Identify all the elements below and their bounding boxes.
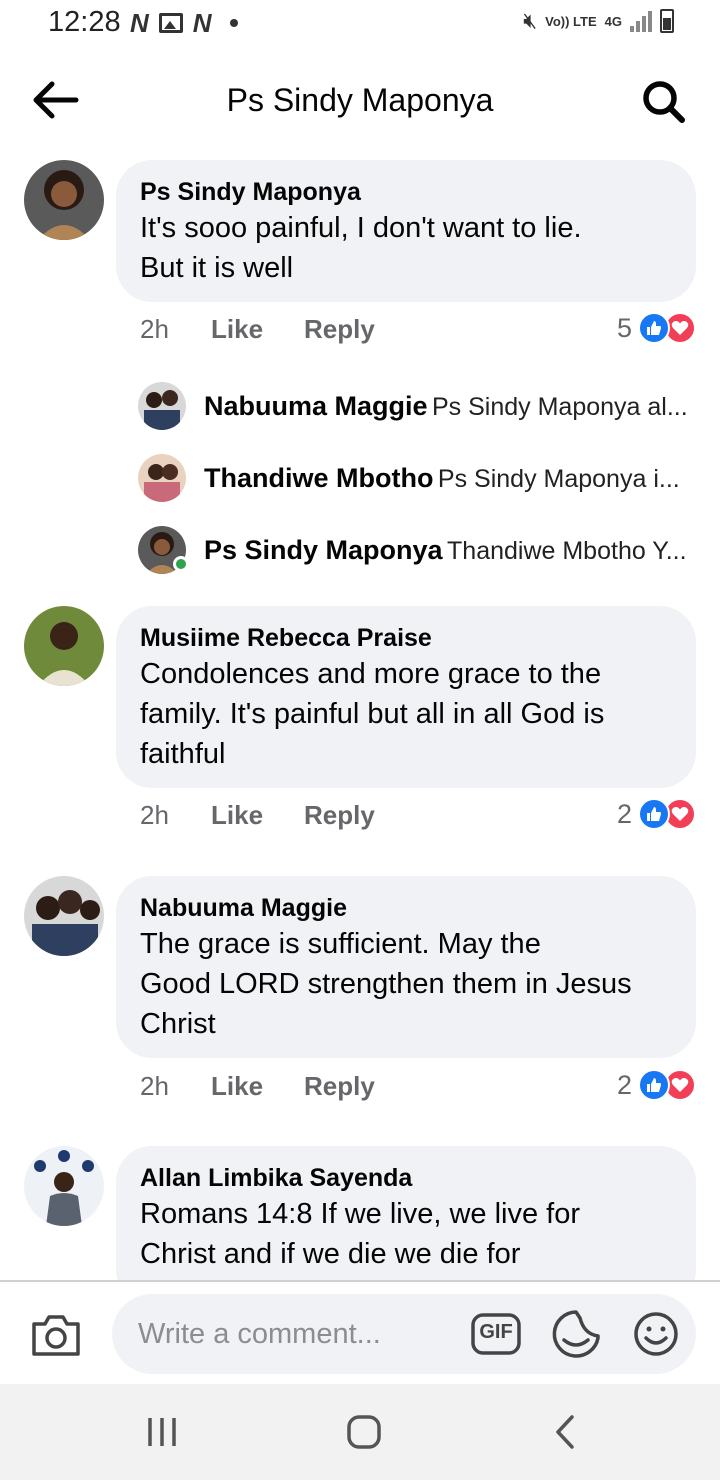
sticker-icon [552, 1310, 600, 1358]
reply-button[interactable]: Reply [304, 314, 375, 345]
n-notification-icon: N [192, 8, 212, 38]
avatar-image [24, 160, 104, 240]
sticker-button[interactable] [550, 1308, 602, 1360]
comment-text: family. It's painful but all in all God … [140, 698, 605, 730]
comment-author[interactable]: Nabuuma Maggie [140, 892, 672, 924]
image-notification-icon [158, 13, 183, 33]
reply-summary: Thandiwe Mbotho Ps Sindy Maponya i... [204, 463, 680, 494]
avatar[interactable] [24, 606, 104, 686]
comment-actions: 2h Like Reply [140, 800, 375, 831]
comment-bubble[interactable]: Musiime Rebecca Praise Condolences and m… [116, 606, 696, 788]
gif-button[interactable]: GIF [470, 1312, 522, 1356]
reply-summary: Ps Sindy Maponya Thandiwe Mbotho Y... [204, 535, 687, 566]
chevron-left-icon [556, 1415, 574, 1449]
thumbs-up-icon [638, 798, 670, 830]
avatar [138, 454, 186, 502]
comment-bubble[interactable]: Nabuuma Maggie The grace is sufficient. … [116, 876, 696, 1058]
notification-icons: N N [130, 8, 238, 38]
reply-item[interactable]: Ps Sindy Maponya Thandiwe Mbotho Y... [138, 524, 698, 576]
emoji-button[interactable] [632, 1310, 680, 1358]
reply-summary: Nabuuma Maggie Ps Sindy Maponya al... [204, 391, 688, 422]
thumbs-up-icon [638, 312, 670, 344]
reply-preview: Thandiwe Mbotho Y... [447, 536, 687, 565]
camera-button[interactable] [30, 1312, 82, 1358]
recent-apps-button[interactable] [142, 1412, 182, 1452]
camera-icon [32, 1315, 80, 1356]
reaction-count: 2 [616, 798, 632, 829]
like-button[interactable]: Like [211, 800, 304, 831]
comment-author[interactable]: Allan Limbika Sayenda [140, 1162, 672, 1194]
comment-text: faithful [140, 738, 226, 770]
gif-label: GIF [479, 1321, 513, 1343]
battery-icon [660, 9, 674, 33]
home-icon [347, 1415, 381, 1449]
reply-item[interactable]: Thandiwe Mbotho Ps Sindy Maponya i... [138, 452, 698, 504]
status-time: 12:28 [48, 6, 121, 38]
recent-apps-icon [148, 1418, 176, 1446]
comment-text: Romans 14:8 If we live, we live for [140, 1198, 581, 1230]
comment-input[interactable] [112, 1294, 696, 1374]
avatar-image [24, 606, 104, 686]
reply-item[interactable]: Nabuuma Maggie Ps Sindy Maponya al... [138, 380, 698, 432]
signal-icon [630, 10, 652, 32]
comment-author[interactable]: Musiime Rebecca Praise [140, 622, 672, 654]
avatar[interactable] [24, 160, 104, 240]
page-title: Ps Sindy Maponya [226, 82, 494, 118]
reactions[interactable]: 5 [617, 312, 696, 344]
like-button[interactable]: Like [211, 314, 304, 345]
comment-text: But it is well [140, 252, 294, 284]
online-status-icon [173, 556, 189, 572]
comment-time[interactable]: 2h [140, 800, 211, 831]
mute-icon: 🔇︎ [523, 8, 538, 33]
comment-text: Christ [140, 1008, 216, 1040]
comment-time[interactable]: 2h [140, 314, 211, 345]
dot-icon [229, 19, 238, 27]
reply-author: Thandiwe Mbotho [204, 462, 434, 493]
reply-preview: Ps Sindy Maponya i... [437, 464, 680, 493]
thumbs-up-icon [638, 1069, 670, 1101]
system-nav-bar [0, 1384, 720, 1480]
search-button[interactable] [636, 76, 692, 126]
home-button[interactable] [344, 1412, 384, 1452]
comment-actions: 2h Like Reply [140, 1071, 375, 1102]
avatar-image [24, 876, 104, 956]
reply-button[interactable]: Reply [304, 800, 375, 831]
reply-author: Ps Sindy Maponya [204, 534, 443, 565]
volte-label: Vo)) LTE [545, 13, 597, 29]
status-bar: 12:28 N N 🔇︎ Vo)) LTE 4G [0, 0, 720, 50]
reply-preview: Ps Sindy Maponya al... [431, 392, 688, 421]
avatar[interactable] [24, 876, 104, 956]
reaction-count: 5 [616, 312, 632, 343]
comment-author[interactable]: Ps Sindy Maponya [140, 176, 672, 208]
comment-time[interactable]: 2h [140, 1071, 211, 1102]
search-icon [643, 81, 685, 123]
avatar [138, 382, 186, 430]
avatar[interactable] [24, 1146, 104, 1226]
comment-actions: 2h Like Reply [140, 314, 375, 345]
comment-composer: GIF [0, 1280, 720, 1384]
comment-bubble[interactable]: Ps Sindy Maponya It's sooo painful, I do… [116, 160, 696, 302]
n-notification-icon: N [130, 8, 149, 38]
comment-text: Christ and if we die we die for [140, 1238, 521, 1270]
reactions[interactable]: 2 [617, 1069, 696, 1101]
reply-author: Nabuuma Maggie [204, 390, 428, 421]
reactions[interactable]: 2 [617, 798, 696, 830]
comment-text: The grace is sufficient. May the [140, 928, 541, 960]
back-nav-button[interactable] [546, 1412, 586, 1452]
smiley-icon [634, 1312, 678, 1356]
like-button[interactable]: Like [211, 1071, 304, 1102]
network-label: 4G [604, 13, 622, 29]
avatar-image [24, 1146, 104, 1226]
comment-text: Good LORD strengthen them in Jesus [140, 968, 632, 1000]
system-icons: 🔇︎ Vo)) LTE 4G [523, 8, 674, 34]
comment-text: It's sooo painful, I don't want to lie. [140, 212, 582, 244]
reply-button[interactable]: Reply [304, 1071, 375, 1102]
header: Ps Sindy Maponya [0, 60, 720, 140]
reaction-count: 2 [616, 1069, 632, 1100]
comment-text: Condolences and more grace to the [140, 658, 602, 690]
